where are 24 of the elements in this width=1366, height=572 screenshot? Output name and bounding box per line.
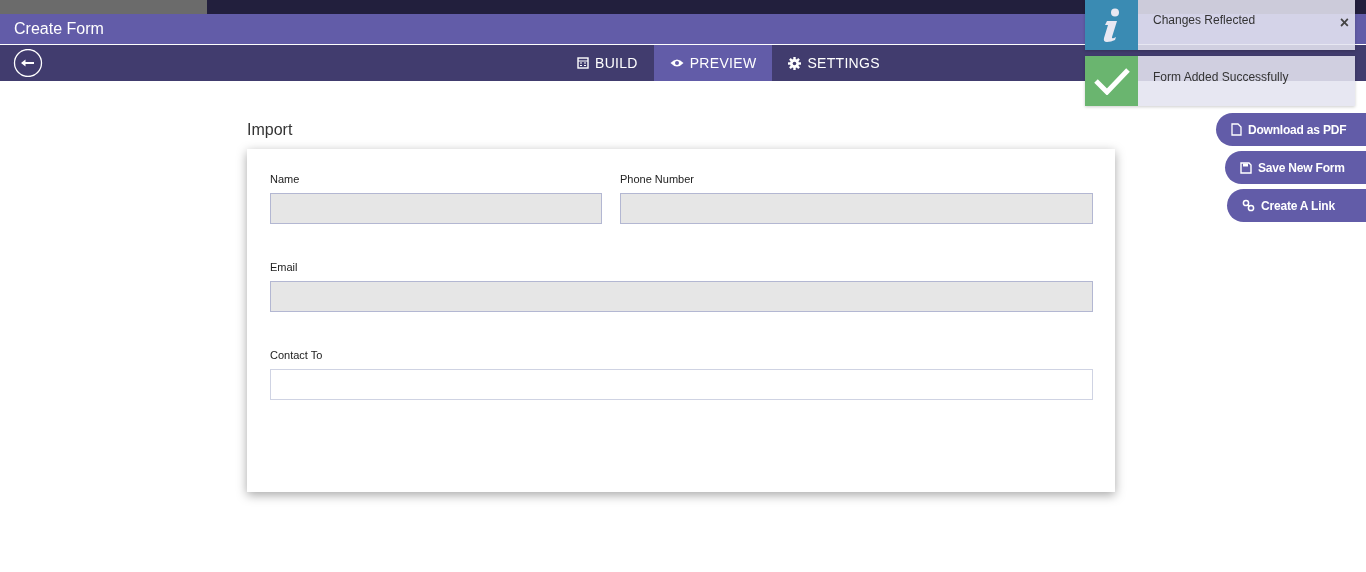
action-button[interactable]: Download as PDF (1216, 113, 1366, 146)
action-button[interactable]: Save New Form (1225, 151, 1366, 184)
document-icon (1231, 123, 1242, 136)
field-label: Email (270, 261, 299, 273)
calculator-icon (577, 57, 589, 69)
toast-message: Changes Reflected (1152, 12, 1256, 29)
field-label: Name (270, 173, 301, 185)
window-title: Create Form (14, 20, 104, 38)
settings-icon (788, 56, 802, 70)
tab[interactable]: PREVIEW (653, 45, 773, 81)
input-field[interactable] (270, 369, 1093, 400)
close-button[interactable]: × (1339, 14, 1349, 32)
action-button[interactable]: Create A Link (1227, 189, 1366, 222)
checkmark-icon (1093, 67, 1130, 95)
link-icon (1242, 199, 1255, 212)
save-icon (1240, 161, 1252, 174)
form-title: Import (247, 121, 293, 139)
tab[interactable]: BUILD (561, 45, 654, 81)
field-label: Phone Number (620, 173, 695, 185)
field-label: Contact To (270, 349, 324, 361)
toast-message: Form Added Successfully (1152, 69, 1289, 86)
tab[interactable]: SETTINGS (772, 45, 896, 81)
back-button[interactable] (13, 49, 43, 77)
eye-icon (669, 58, 684, 68)
